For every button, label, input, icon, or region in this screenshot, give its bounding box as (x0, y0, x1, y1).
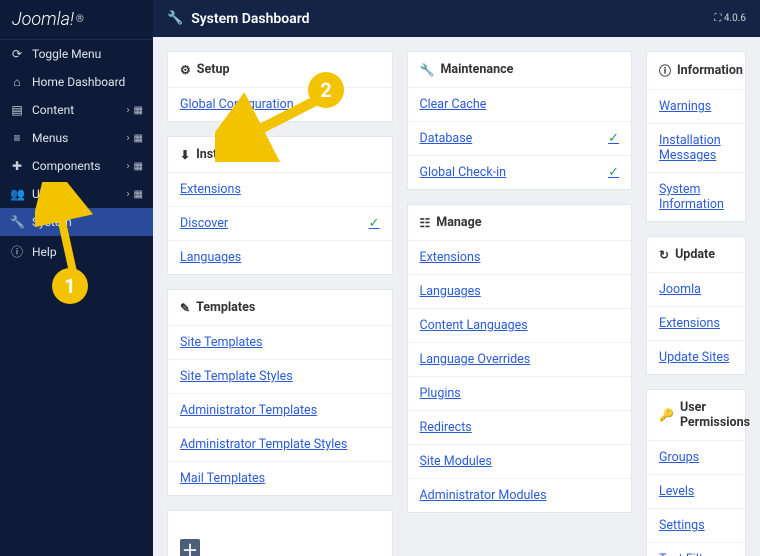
download-icon: ⬇ (180, 148, 190, 162)
panel-title: Setup (197, 62, 230, 77)
sidebar-item-label: Help (32, 245, 57, 259)
dashboard-icon[interactable]: ▦ (134, 133, 143, 144)
link-redirects[interactable]: Redirects (408, 411, 632, 445)
users-icon: 👥 (10, 187, 24, 201)
page-title: System Dashboard (191, 11, 309, 27)
link-clear-cache[interactable]: Clear Cache (408, 88, 632, 122)
sidebar-item-label: System (32, 215, 72, 229)
list-icon: ≡ (10, 131, 24, 145)
chevron-right-icon: › (123, 133, 134, 144)
link-database[interactable]: Database✓ (408, 122, 632, 156)
add-module-card[interactable]: ＋ Add module to the dashboard (167, 510, 393, 556)
panel-maintenance: 🔧 Maintenance Clear Cache Database✓ Globa… (407, 51, 633, 190)
sidebar-item-label: Users (32, 187, 63, 201)
sync-icon: ↻ (659, 248, 669, 262)
brand-logo: Joomla!® (0, 0, 153, 40)
panel-manage: ☷ Manage Extensions Languages Content Lan… (407, 204, 633, 513)
link-manage-languages[interactable]: Languages (408, 275, 632, 309)
check-icon: ✓ (608, 131, 619, 146)
cog-icon: ⚙ (180, 63, 191, 77)
panel-setup: ⚙ Setup Global Configuration (167, 51, 393, 122)
sidebar-item-system[interactable]: 🔧 System (0, 208, 153, 236)
panel-title: Templates (196, 300, 255, 315)
link-update-extensions[interactable]: Extensions (647, 307, 745, 341)
chevron-right-icon: › (123, 161, 134, 172)
link-groups[interactable]: Groups (647, 441, 745, 475)
sidebar-item-label: Home Dashboard (32, 75, 125, 89)
link-site-template-styles[interactable]: Site Template Styles (168, 360, 392, 394)
wrench-icon: 🔧 (420, 63, 435, 77)
sidebar-item-label: Menus (32, 131, 68, 145)
topbar: 🔧 System Dashboard ⛶ 4.0.6 (153, 0, 760, 37)
panel-install: ⬇ Install Extensions Discover✓ Languages (167, 136, 393, 275)
link-extensions-install[interactable]: Extensions (168, 173, 392, 207)
chevron-right-icon: › (123, 105, 134, 116)
version-badge: ⛶ 4.0.6 (714, 13, 746, 24)
info-icon: ⓘ (10, 243, 24, 260)
panel-title: Install (196, 147, 231, 162)
sidebar: Joomla!® ⟳ Toggle Menu ⌂ Home Dashboard … (0, 0, 153, 556)
panel-title: Maintenance (440, 62, 513, 77)
link-admin-modules[interactable]: Administrator Modules (408, 479, 632, 512)
link-levels[interactable]: Levels (647, 475, 745, 509)
sidebar-item-content[interactable]: ▤ Content › ▦ (0, 96, 153, 124)
link-plugins[interactable]: Plugins (408, 377, 632, 411)
panel-update: ↻ Update Joomla Extensions Update Sites (646, 236, 746, 375)
link-system-info[interactable]: System Information (647, 173, 745, 221)
dashboard-content: ⚙ Setup Global Configuration ⬇ Install Ext… (153, 37, 760, 556)
link-manage-extensions[interactable]: Extensions (408, 241, 632, 275)
home-icon: ⌂ (10, 75, 24, 89)
check-icon: ✓ (369, 216, 380, 231)
link-admin-template-styles[interactable]: Administrator Template Styles (168, 428, 392, 462)
brush-icon: ✎ (180, 301, 190, 315)
link-admin-templates[interactable]: Administrator Templates (168, 394, 392, 428)
chevron-right-icon: › (123, 189, 134, 200)
link-install-messages[interactable]: Installation Messages (647, 124, 745, 173)
key-icon: 🔑 (659, 408, 674, 422)
link-warnings[interactable]: Warnings (647, 90, 745, 124)
link-site-templates[interactable]: Site Templates (168, 326, 392, 360)
doc-icon: ▤ (10, 103, 24, 117)
sidebar-item-users[interactable]: 👥 Users › ▦ (0, 180, 153, 208)
wrench-icon: 🔧 (10, 215, 24, 229)
main: 🔧 System Dashboard ⛶ 4.0.6 ⚙ Setup Global… (153, 0, 760, 556)
link-mail-templates[interactable]: Mail Templates (168, 462, 392, 495)
grid-icon: ✚ (10, 159, 24, 173)
link-languages-install[interactable]: Languages (168, 241, 392, 274)
info-icon: ⓘ (659, 62, 671, 79)
toggle-icon: ⟳ (10, 47, 24, 61)
link-global-config[interactable]: Global Configuration (168, 88, 392, 121)
link-update-joomla[interactable]: Joomla (647, 273, 745, 307)
panel-information: ⓘ Information Warnings Installation Messa… (646, 51, 746, 222)
panel-templates: ✎ Templates Site Templates Site Template … (167, 289, 393, 496)
panel-title: Information (677, 63, 743, 78)
panel-title: Manage (436, 215, 481, 230)
wrench-icon: 🔧 (167, 11, 183, 26)
sidebar-item-home[interactable]: ⌂ Home Dashboard (0, 68, 153, 96)
dashboard-icon[interactable]: ▦ (134, 189, 143, 200)
link-text-filters[interactable]: Text Filters (647, 543, 745, 556)
plus-icon: ＋ (180, 539, 200, 556)
manage-icon: ☷ (420, 216, 431, 230)
sidebar-item-components[interactable]: ✚ Components › ▦ (0, 152, 153, 180)
panel-permissions: 🔑User Permissions Groups Levels Settings… (646, 389, 746, 556)
link-discover[interactable]: Discover✓ (168, 207, 392, 241)
link-content-languages[interactable]: Content Languages (408, 309, 632, 343)
link-global-checkin[interactable]: Global Check-in✓ (408, 156, 632, 189)
panel-title: Update (675, 247, 715, 262)
sidebar-item-label: Content (32, 103, 74, 117)
toggle-menu[interactable]: ⟳ Toggle Menu (0, 40, 153, 68)
dashboard-icon[interactable]: ▦ (134, 161, 143, 172)
link-site-modules[interactable]: Site Modules (408, 445, 632, 479)
toggle-label: Toggle Menu (32, 47, 101, 61)
sidebar-item-help[interactable]: ⓘ Help (0, 236, 153, 267)
panel-title: User Permissions (680, 400, 750, 430)
link-settings[interactable]: Settings (647, 509, 745, 543)
sidebar-item-menus[interactable]: ≡ Menus › ▦ (0, 124, 153, 152)
check-icon: ✓ (608, 165, 619, 180)
link-language-overrides[interactable]: Language Overrides (408, 343, 632, 377)
link-update-sites[interactable]: Update Sites (647, 341, 745, 374)
sidebar-item-label: Components (32, 159, 101, 173)
dashboard-icon[interactable]: ▦ (134, 105, 143, 116)
